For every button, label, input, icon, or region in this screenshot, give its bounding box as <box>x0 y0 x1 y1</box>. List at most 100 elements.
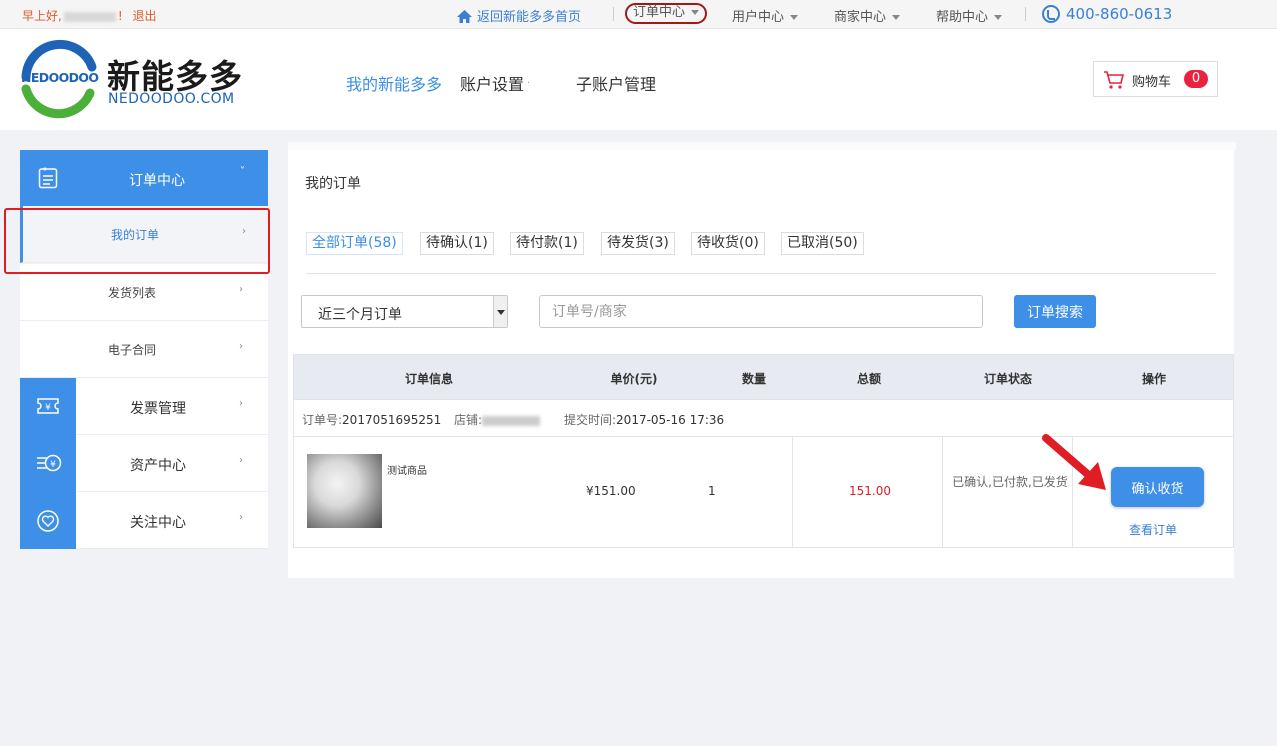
nav-my-nedoodoo[interactable]: 我的新能多多 <box>346 71 442 95</box>
ticket-yen-icon: ¥ <box>37 398 59 414</box>
chevron-right-icon: › <box>239 341 243 352</box>
shop-label: 店铺: <box>454 413 483 427</box>
greeting-suffix: ! <box>117 9 123 23</box>
sidebar-item-label: 发货列表 <box>107 286 156 300</box>
sidebar-icon-box: ¥ <box>20 378 76 435</box>
site-header: NEDOODOO 新能多多 NEDOODOO.COM 我的新能多多 账户设置 · … <box>0 29 1277 130</box>
top-utility-bar: 早上好,! 退出 返回新能多多首页 订单中心 用户中心 商家中心 帮助中心 40… <box>0 0 1277 29</box>
nav-account-settings[interactable]: 账户设置 · <box>460 71 530 95</box>
order-meta-row: 订单号:2017051695251 店铺: 提交时间:2017-05-16 17… <box>293 400 1234 436</box>
column-header: 数量 <box>741 372 766 386</box>
tab-cancelled[interactable]: 已取消(50) <box>781 232 864 255</box>
divider <box>1025 7 1026 21</box>
home-link[interactable]: 返回新能多多首页 <box>456 6 581 25</box>
chevron-right-icon: › <box>239 512 243 523</box>
logout-link[interactable]: 退出 <box>132 9 156 23</box>
order-search-button[interactable]: 订单搜索 <box>1014 295 1096 328</box>
time-range-value: 近三个月订单 <box>318 307 402 323</box>
greeting: 早上好,! 退出 <box>22 7 156 24</box>
sidebar-item-label: 电子合同 <box>107 343 156 357</box>
sidebar-item-follow[interactable]: 关注中心 › <box>20 492 268 549</box>
svg-text:¥: ¥ <box>45 403 51 413</box>
product-name[interactable]: 测试商品 <box>387 462 427 477</box>
chevron-right-icon: › <box>239 455 243 466</box>
sidebar-item-invoice[interactable]: ¥ 发票管理 › <box>20 378 268 435</box>
coin-yen-icon: ¥ <box>37 454 62 472</box>
submit-time: 提交时间:2017-05-16 17:36 <box>564 411 724 428</box>
merchant-center-menu[interactable]: 商家中心 <box>834 6 901 25</box>
sidebar-item-label: 关注中心 <box>130 515 186 531</box>
shop-name: 店铺: <box>454 411 541 428</box>
order-number: 订单号:2017051695251 <box>302 411 441 428</box>
column-header: 订单状态 <box>983 372 1032 386</box>
order-center-menu[interactable]: 订单中心 <box>625 3 708 24</box>
divider <box>306 273 1216 274</box>
red-arrow-annotation <box>1042 434 1106 490</box>
user-center-menu[interactable]: 用户中心 <box>732 6 799 25</box>
column-header: 总额 <box>856 372 881 386</box>
column-header: 操作 <box>1141 372 1166 386</box>
highlight-box <box>4 208 270 274</box>
cart-icon <box>1104 71 1125 89</box>
chevron-down-icon <box>994 15 1003 20</box>
table-header: 订单信息 单价(元) 数量 总额 订单状态 操作 <box>293 354 1234 400</box>
cart-count-badge: 0 <box>1184 70 1208 88</box>
sidebar-item-e-contract[interactable]: 电子合同 › <box>20 321 268 378</box>
confirm-receipt-button[interactable]: 确认收货 <box>1111 467 1204 507</box>
blurred-shop-name <box>482 415 541 426</box>
submit-time-value: 2017-05-16 17:36 <box>616 413 725 427</box>
heart-circle-icon <box>37 510 59 532</box>
cart-label: 购物车 <box>1132 75 1172 90</box>
dot-icon: · <box>527 78 531 89</box>
chevron-down-icon <box>790 15 799 20</box>
tab-pending-confirm[interactable]: 待确认(1) <box>420 232 494 255</box>
orders-panel: 我的订单 全部订单(58) 待确认(1) 待付款(1) 待发货(3) 待收货(0… <box>288 150 1234 578</box>
chevron-down-icon: ˅ <box>240 166 245 177</box>
divider <box>792 437 793 547</box>
divider <box>942 437 943 547</box>
sidebar-item-label: 发票管理 <box>130 401 186 417</box>
svg-text:¥: ¥ <box>50 460 56 470</box>
order-number-value: 2017051695251 <box>342 413 442 427</box>
help-center-label: 帮助中心 <box>936 10 989 25</box>
tab-all-orders[interactable]: 全部订单(58) <box>306 232 403 255</box>
order-total: 151.00 <box>849 484 891 498</box>
help-center-menu[interactable]: 帮助中心 <box>936 6 1003 25</box>
order-search-input[interactable] <box>539 295 983 328</box>
unit-price: ¥151.00 <box>586 484 636 498</box>
cart-button[interactable]: 购物车 0 <box>1093 61 1218 97</box>
sidebar-item-assets[interactable]: ¥ 资产中心 › <box>20 435 268 492</box>
page-title: 我的订单 <box>305 176 361 192</box>
logo-english-name: NEDOODOO.COM <box>108 91 235 107</box>
phone-icon <box>1042 5 1060 23</box>
sidebar-icon-box <box>20 492 76 549</box>
tab-pending-receipt[interactable]: 待收货(0) <box>691 232 765 255</box>
tab-pending-shipment[interactable]: 待发货(3) <box>601 232 675 255</box>
nav-account-settings-label: 账户设置 <box>460 75 525 94</box>
view-order-link[interactable]: 查看订单 <box>1129 521 1177 538</box>
home-icon <box>457 10 472 23</box>
submit-time-label: 提交时间: <box>564 413 617 427</box>
phone-text: 400-860-0613 <box>1066 5 1173 23</box>
chevron-down-icon <box>493 296 507 327</box>
time-range-select[interactable]: 近三个月订单 <box>301 295 508 328</box>
user-center-label: 用户中心 <box>732 10 785 25</box>
nav-sub-account[interactable]: 子账户管理 <box>576 71 656 95</box>
sidebar-order-center[interactable]: 订单中心 ˅ <box>20 150 268 206</box>
product-thumbnail[interactable] <box>307 454 382 528</box>
order-list-icon <box>38 167 58 189</box>
chevron-right-icon: › <box>239 398 243 409</box>
order-number-label: 订单号: <box>302 413 343 427</box>
phone-number: 400-860-0613 <box>1042 5 1172 23</box>
panel-top-edge <box>288 142 1236 150</box>
tab-pending-payment[interactable]: 待付款(1) <box>510 232 584 255</box>
chevron-down-icon <box>892 15 901 20</box>
greeting-text: 早上好, <box>22 9 62 23</box>
chevron-down-icon <box>691 10 700 15</box>
column-header: 订单信息 <box>404 372 453 386</box>
chevron-right-icon: › <box>239 284 243 295</box>
sidebar-icon-box: ¥ <box>20 435 76 492</box>
order-center-label: 订单中心 <box>633 5 686 20</box>
logo-small-text: NEDOODOO <box>21 70 99 85</box>
sidebar-order-center-label: 订单中心 <box>129 173 185 189</box>
